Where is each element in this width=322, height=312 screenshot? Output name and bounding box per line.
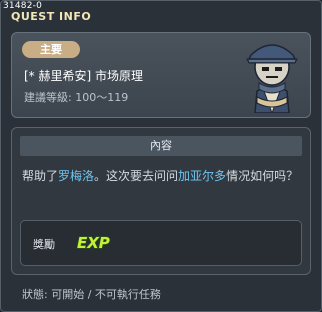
- exp-icon: EXP: [76, 233, 110, 252]
- recommended-level: 建議等級: 100～119: [24, 91, 129, 104]
- quest-info-window: 31482-0 QUEST INFO 主要 [* 赫里希安] 市场原理 建議等級…: [0, 0, 322, 312]
- npc-name-romero: 罗梅洛: [58, 169, 95, 183]
- quest-name: [* 赫里希安] 市场原理: [24, 69, 143, 83]
- content-header: 內容: [20, 136, 302, 156]
- category-tag: 主要: [22, 41, 80, 58]
- description-text: 。这次要去问问: [94, 169, 179, 183]
- quest-status: 狀態: 可開始 / 不可執行任務: [22, 288, 161, 301]
- quest-description: 帮助了罗梅洛。这次要去问问加亚尔多情况如何吗？: [22, 168, 302, 185]
- npc-name-gallardo: 加亚尔多: [178, 169, 227, 183]
- quest-summary-card: 主要 [* 赫里希安] 市场原理 建議等級: 100～119: [11, 32, 311, 118]
- content-panel: 內容 帮助了罗梅洛。这次要去问问加亚尔多情况如何吗？ 獎勵 EXP: [11, 127, 311, 275]
- window-title: QUEST INFO: [11, 10, 92, 23]
- description-text: 情况如何吗？: [226, 169, 299, 183]
- description-text: 帮助了: [22, 169, 59, 183]
- reward-label: 獎勵: [33, 238, 55, 251]
- exp-text: EXP: [77, 234, 110, 252]
- reward-box: 獎勵 EXP: [20, 220, 302, 266]
- npc-portrait-icon: [246, 44, 298, 113]
